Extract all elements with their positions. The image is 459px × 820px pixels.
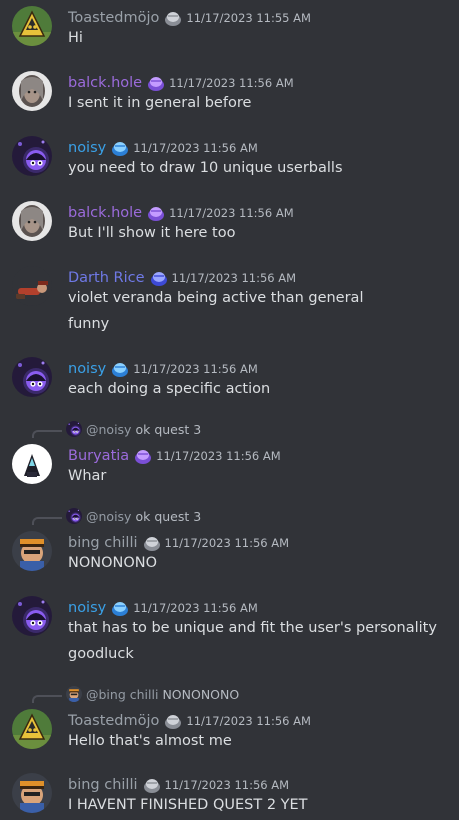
message-text: But I'll show it here too xyxy=(68,225,236,241)
bing-avatar-icon xyxy=(66,686,82,702)
noisy-avatar-icon[interactable] xyxy=(12,357,52,397)
reply-username[interactable]: @noisy xyxy=(86,509,131,524)
message-header: balck.hole 11/17/2023 11:56 AM xyxy=(68,73,294,93)
noisy-avatar-icon xyxy=(66,508,82,524)
reply-spine xyxy=(32,695,62,703)
reply-username[interactable]: @bing chilli xyxy=(86,687,158,702)
message-header: noisy 11/17/2023 11:56 AM xyxy=(68,138,258,158)
message-text: goodluck xyxy=(68,646,134,662)
timestamp: 11/17/2023 11:56 AM xyxy=(133,141,258,155)
message-text: Hi xyxy=(68,30,83,46)
reply-preview[interactable]: @noisy ok quest 3 xyxy=(32,420,201,438)
grey-gem-icon xyxy=(142,534,162,552)
reply-username[interactable]: @noisy xyxy=(86,422,131,437)
message-text: NONONONO xyxy=(68,555,158,571)
message-header: noisy 11/17/2023 11:56 AM xyxy=(68,359,258,379)
username[interactable]: Buryatia xyxy=(68,446,129,466)
timestamp: 11/17/2023 11:56 AM xyxy=(133,601,258,615)
message-text: I HAVENT FINISHED QUEST 2 YET xyxy=(68,797,308,813)
username[interactable]: balck.hole xyxy=(68,203,142,223)
message-header: Toastedmöjo 11/17/2023 11:55 AM xyxy=(68,8,311,28)
grey-gem-icon xyxy=(163,712,183,730)
username[interactable]: noisy xyxy=(68,598,106,618)
message-text: each doing a specific action xyxy=(68,381,271,397)
blue-gem-icon xyxy=(110,139,130,157)
grey-gem-icon xyxy=(142,776,162,794)
reply-preview[interactable]: @noisy ok quest 3 xyxy=(32,507,201,525)
grey-gem-icon xyxy=(163,9,183,27)
message-text: I sent it in general before xyxy=(68,95,252,111)
reply-preview[interactable]: @bing chilli NONONONO xyxy=(32,685,239,703)
message-text: that has to be unique and fit the user's… xyxy=(68,620,437,636)
message-text: you need to draw 10 unique userballs xyxy=(68,160,343,176)
purple-gem-icon xyxy=(146,74,166,92)
username[interactable]: bing chilli xyxy=(68,775,138,795)
darth-avatar-icon[interactable] xyxy=(12,266,52,306)
timestamp: 11/17/2023 11:56 AM xyxy=(186,714,311,728)
bing-avatar-icon[interactable] xyxy=(12,531,52,571)
bing-avatar-icon[interactable] xyxy=(12,773,52,813)
message-header: Toastedmöjo 11/17/2023 11:56 AM xyxy=(68,711,311,731)
reply-spine xyxy=(32,430,62,438)
timestamp: 11/17/2023 11:56 AM xyxy=(169,76,294,90)
reply-spine xyxy=(32,517,62,525)
message-header: bing chilli 11/17/2023 11:56 AM xyxy=(68,533,289,553)
username[interactable]: noisy xyxy=(68,359,106,379)
message-header: Darth Rice 11/17/2023 11:56 AM xyxy=(68,268,296,288)
timestamp: 11/17/2023 11:56 AM xyxy=(156,449,281,463)
reply-text: ok quest 3 xyxy=(135,508,202,524)
username[interactable]: noisy xyxy=(68,138,106,158)
username[interactable]: bing chilli xyxy=(68,533,138,553)
message-text: Whar xyxy=(68,468,107,484)
message-header: Buryatia 11/17/2023 11:56 AM xyxy=(68,446,281,466)
timestamp: 11/17/2023 11:56 AM xyxy=(164,536,290,550)
timestamp: 11/17/2023 11:56 AM xyxy=(169,206,294,220)
chat-message-list: Toastedmöjo 11/17/2023 11:55 AM Hi balck… xyxy=(0,0,459,820)
purple-gem-icon xyxy=(146,204,166,222)
purple-gem-icon xyxy=(133,447,153,465)
noisy-avatar-icon[interactable] xyxy=(12,136,52,176)
username[interactable]: Toastedmöjo xyxy=(68,8,159,28)
timestamp: 11/17/2023 11:55 AM xyxy=(186,11,311,25)
balck-avatar-icon[interactable] xyxy=(12,201,52,241)
timestamp: 11/17/2023 11:56 AM xyxy=(164,778,290,792)
toasted-avatar-icon[interactable] xyxy=(12,709,52,749)
username[interactable]: Darth Rice xyxy=(68,268,145,288)
blue-gem-icon xyxy=(110,360,130,378)
reply-text: NONONONO xyxy=(162,686,240,702)
username[interactable]: Toastedmöjo xyxy=(68,711,159,731)
reply-text: ok quest 3 xyxy=(135,421,202,437)
blue-gem-icon xyxy=(110,599,130,617)
indigo-gem-icon xyxy=(149,269,169,287)
message-text: Hello that's almost me xyxy=(68,733,232,749)
toasted-avatar-icon[interactable] xyxy=(12,6,52,46)
message-text: violet veranda being active than general xyxy=(68,290,364,306)
noisy-avatar-icon[interactable] xyxy=(12,596,52,636)
timestamp: 11/17/2023 11:56 AM xyxy=(171,271,297,285)
message-header: bing chilli 11/17/2023 11:56 AM xyxy=(68,775,289,795)
message-header: balck.hole 11/17/2023 11:56 AM xyxy=(68,203,294,223)
message-text: funny xyxy=(68,316,110,332)
noisy-avatar-icon xyxy=(66,421,82,437)
buryatia-avatar-icon[interactable] xyxy=(12,444,52,484)
message-header: noisy 11/17/2023 11:56 AM xyxy=(68,598,258,618)
balck-avatar-icon[interactable] xyxy=(12,71,52,111)
timestamp: 11/17/2023 11:56 AM xyxy=(133,362,258,376)
username[interactable]: balck.hole xyxy=(68,73,142,93)
